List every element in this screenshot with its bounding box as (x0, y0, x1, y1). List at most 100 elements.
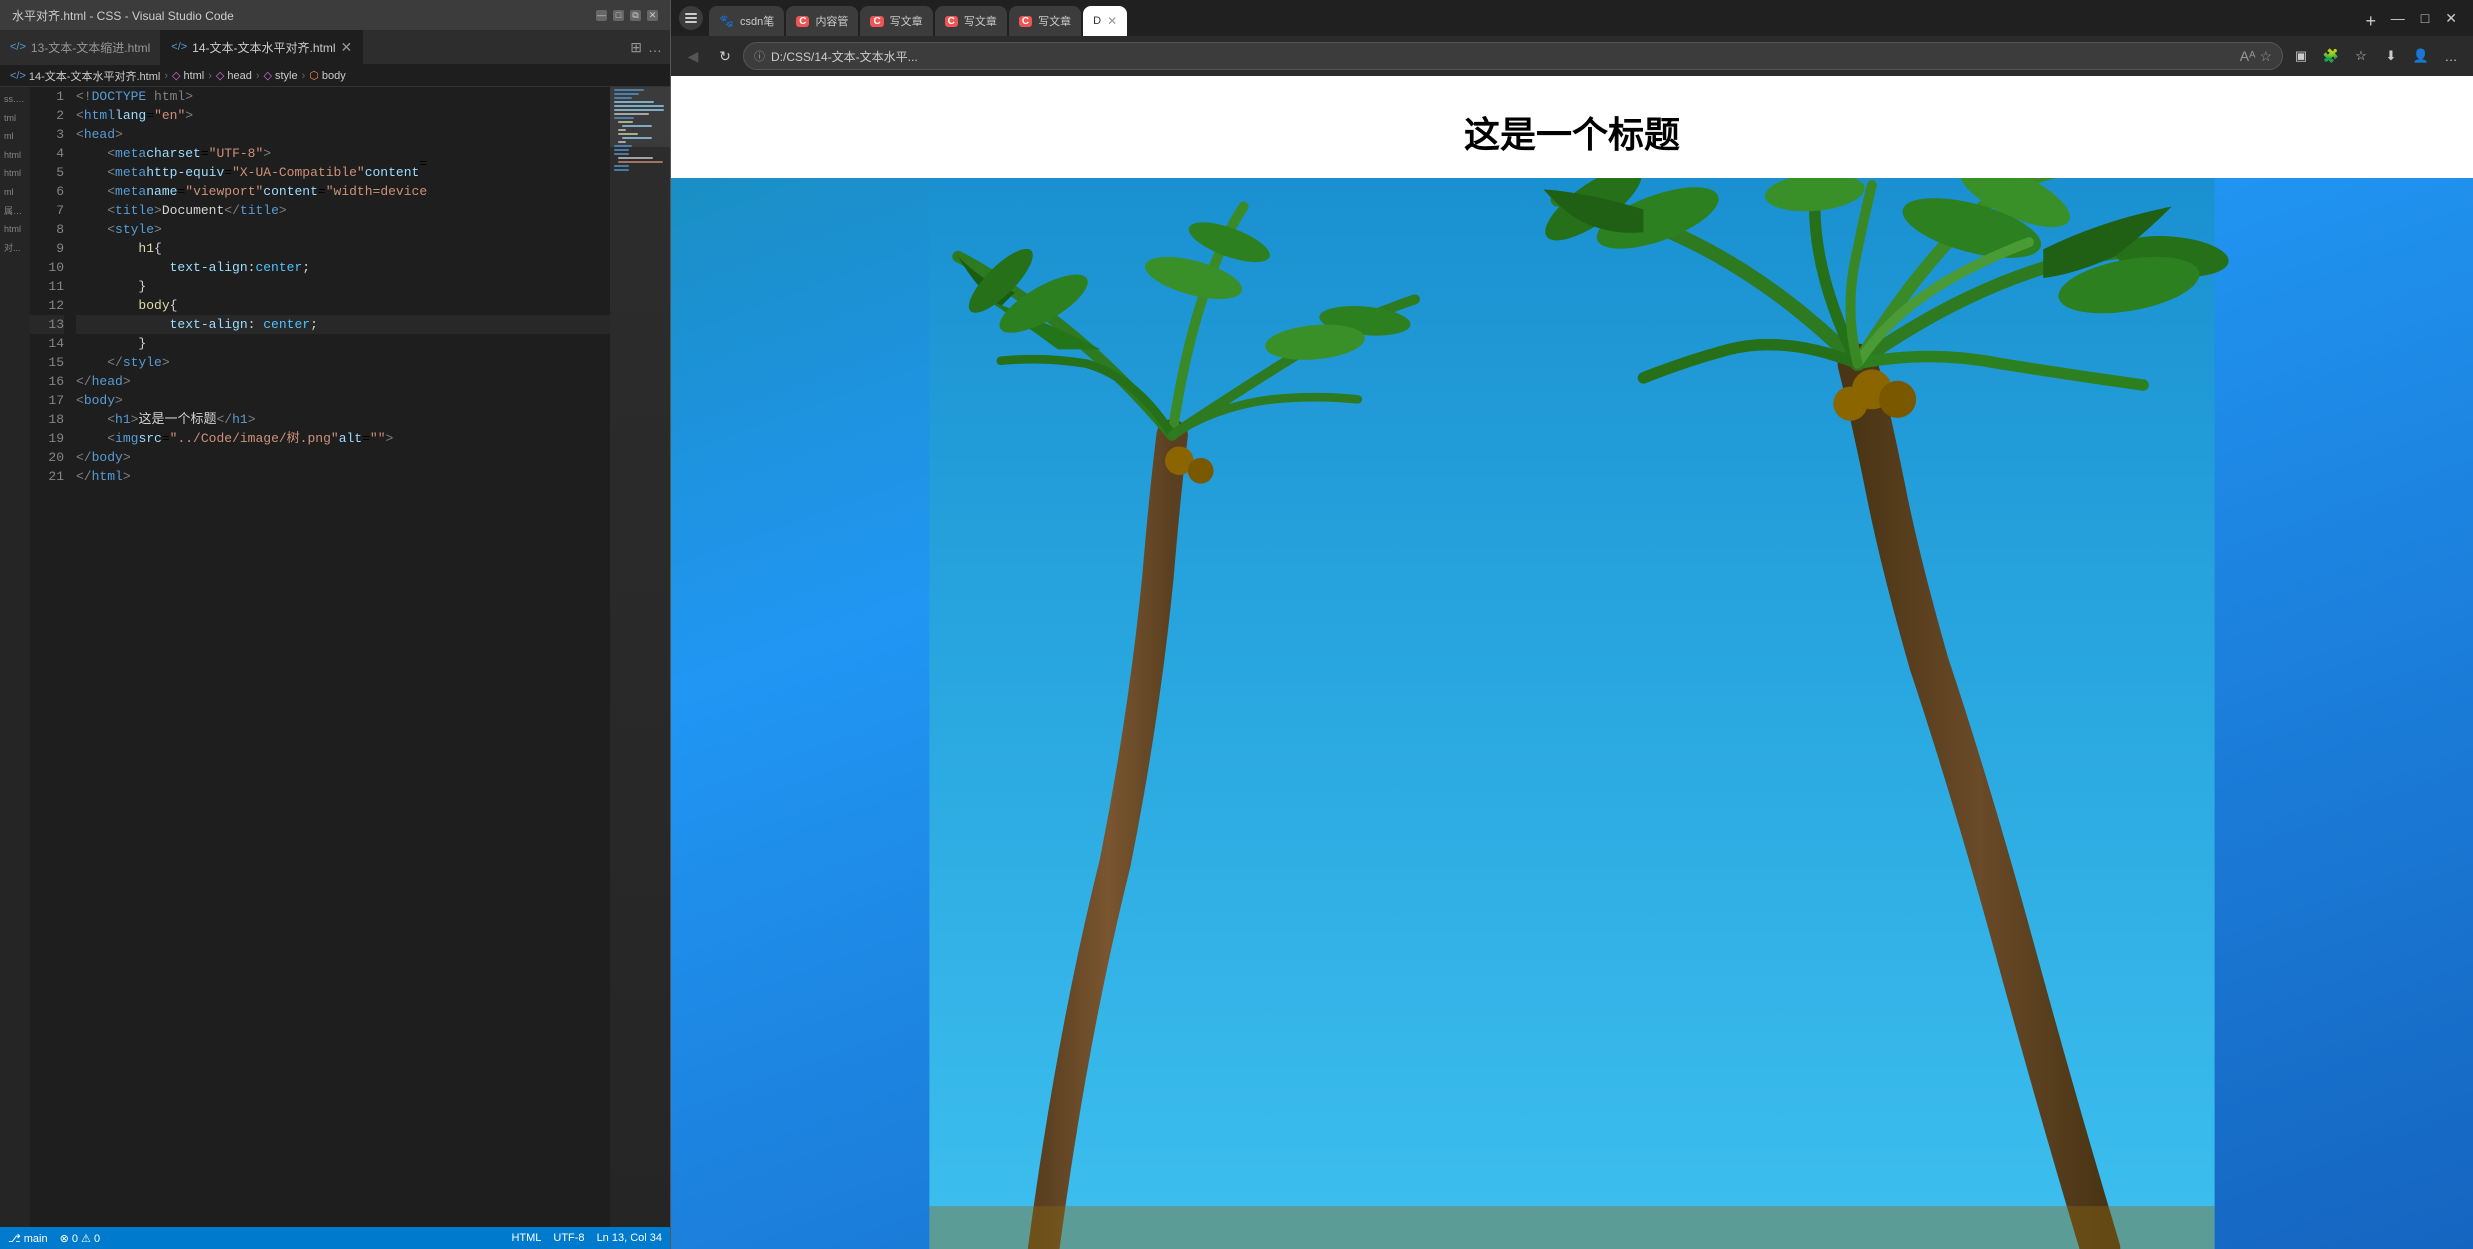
browser-tab-write3[interactable]: C 写文章 (1009, 6, 1081, 36)
browser-tab-active[interactable]: D ✕ (1083, 6, 1127, 36)
sidebar-file-1[interactable]: ss.h... (0, 91, 30, 108)
settings-menu-icon[interactable]: … (2437, 42, 2465, 70)
minimap (610, 87, 670, 1227)
active-tab-close[interactable]: ✕ (1107, 14, 1117, 28)
sidebar-file-8[interactable]: html (0, 221, 30, 238)
code-line-9: h1 { (76, 239, 610, 258)
style-icon: ◇ (264, 69, 272, 82)
browser-panel: 🐾 csdn笔 C 内容管 C 写文章 C 写文章 (670, 0, 2473, 1249)
restore-icon[interactable]: □ (613, 10, 624, 21)
browser-content: 这是一个标题 (671, 76, 2473, 1249)
status-lang: HTML (511, 1232, 541, 1244)
code-line-12: body { (76, 296, 610, 315)
reader-mode-icon[interactable]: Aᴬ (2240, 48, 2256, 65)
browser-tab-content1[interactable]: C 内容管 (786, 6, 858, 36)
code-editor[interactable]: <!DOCTYPE html> <html lang="en"> <head> (72, 87, 610, 1227)
tab-label: 13-文本-文本缩进.html (31, 39, 150, 56)
code-line-7: <title>Document</title> (76, 201, 610, 220)
vscode-titlebar: 水平对齐.html - CSS - Visual Studio Code — □… (0, 0, 670, 30)
file-sidebar: ss.h... tml ml html html ml 属性... html 对… (0, 87, 30, 1227)
breadcrumb-item-html[interactable]: ◇ html (172, 69, 204, 82)
new-tab-button[interactable]: + (2357, 7, 2385, 35)
csdn-tab-label: csdn笔 (740, 13, 774, 29)
browser-window-controls: — □ ✕ (2387, 6, 2465, 31)
code-line-3: <head> (76, 125, 610, 144)
breadcrumb-item-style[interactable]: ◇ style (264, 69, 298, 82)
tab-icon: </> (10, 41, 26, 53)
code-line-17: <body> (76, 391, 610, 410)
html-icon: ◇ (172, 69, 180, 82)
split-editor-icon[interactable]: ⊞ (630, 39, 642, 56)
more-actions-icon[interactable]: … (648, 39, 662, 55)
breadcrumb-sep1: › (164, 70, 168, 82)
bookmark-icon[interactable]: ☆ (2259, 48, 2272, 65)
palm-svg (671, 178, 2473, 1249)
code-line-2: <html lang="en"> (76, 106, 610, 125)
code-line-10: text-align:center; (76, 258, 610, 277)
sidebar-file-5[interactable]: html (0, 165, 30, 182)
breadcrumb-sep3: › (256, 70, 260, 82)
write3-tab-label: 写文章 (1038, 13, 1071, 29)
content1-tab-label: 内容管 (815, 13, 848, 29)
code-line-19: <img src="../Code/image/树.png" alt=""> (76, 429, 610, 448)
close-icon[interactable]: ✕ (647, 10, 658, 21)
minimize-icon[interactable]: — (596, 10, 607, 21)
app-container: 水平对齐.html - CSS - Visual Studio Code — □… (0, 0, 2473, 1249)
lock-icon: ⓘ (754, 48, 765, 64)
profile-icon[interactable]: 👤 (2407, 42, 2435, 70)
tab-close-icon[interactable]: ✕ (341, 39, 353, 56)
write1-tab-label: 写文章 (890, 13, 923, 29)
status-branch: ⎇ main (8, 1232, 48, 1245)
sidebar-file-6[interactable]: ml (0, 184, 30, 201)
tab-13[interactable]: </> 13-文本-文本缩进.html (0, 30, 161, 65)
write2-tab-label: 写文章 (964, 13, 997, 29)
minimap-visual (610, 87, 670, 1227)
browser-minimize-btn[interactable]: — (2387, 6, 2409, 30)
address-text: D:/CSS/14-文本-文本水平... (771, 48, 2234, 65)
extensions-icon[interactable]: 🧩 (2317, 42, 2345, 70)
collections-icon[interactable]: ▣ (2287, 42, 2315, 70)
page-heading: 这是一个标题 (671, 76, 2473, 178)
tab-label-active: 14-文本-文本水平对齐.html (192, 39, 335, 56)
browser-restore-btn[interactable]: □ (2417, 6, 2433, 30)
code-line-6: <meta name="viewport" content="width=dev… (76, 182, 610, 201)
head-icon: ◇ (216, 69, 224, 82)
restore2-icon[interactable]: ⧉ (630, 10, 641, 21)
status-encoding: UTF-8 (553, 1232, 584, 1244)
sidebar-file-7[interactable]: 属性... (0, 203, 30, 220)
favorites-icon[interactable]: ☆ (2347, 42, 2375, 70)
tab-14[interactable]: </> 14-文本-文本水平对齐.html ✕ (161, 30, 363, 65)
sidebar-file-2[interactable]: tml (0, 110, 30, 127)
downloads-icon[interactable]: ⬇ (2377, 42, 2405, 70)
c-favicon-2: C (870, 16, 883, 27)
code-line-13: text-align: center; (76, 315, 610, 334)
breadcrumb: </> 14-文本-文本水平对齐.html › ◇ html › ◇ head … (0, 65, 670, 87)
browser-chrome: 🐾 csdn笔 C 内容管 C 写文章 C 写文章 (671, 0, 2473, 76)
address-bar[interactable]: ⓘ D:/CSS/14-文本-文本水平... Aᴬ ☆ (743, 42, 2283, 70)
vscode-title: 水平对齐.html - CSS - Visual Studio Code (12, 7, 234, 24)
breadcrumb-item-file[interactable]: </> 14-文本-文本水平对齐.html (10, 68, 160, 84)
vscode-section: 水平对齐.html - CSS - Visual Studio Code — □… (0, 0, 670, 1249)
browser-close-btn[interactable]: ✕ (2441, 6, 2461, 31)
sidebar-file-3[interactable]: ml (0, 128, 30, 145)
browser-tab-write2[interactable]: C 写文章 (935, 6, 1007, 36)
code-line-1: <!DOCTYPE html> (76, 87, 610, 106)
code-line-18: <h1>这是一个标题</h1> (76, 410, 610, 429)
c-favicon-4: C (1019, 16, 1032, 27)
refresh-button[interactable]: ↻ (711, 42, 739, 70)
breadcrumb-item-head[interactable]: ◇ head (216, 69, 252, 82)
titlebar-controls: — □ ⧉ ✕ (596, 10, 658, 21)
address-bar-actions: Aᴬ ☆ (2240, 48, 2272, 65)
browser-tab-write1[interactable]: C 写文章 (860, 6, 932, 36)
breadcrumb-item-body[interactable]: ⬡ body (309, 69, 345, 82)
code-line-16: </head> (76, 372, 610, 391)
back-button[interactable]: ◀ (679, 42, 707, 70)
sidebar-file-9[interactable]: 对... (0, 240, 30, 257)
browser-tab-csdn[interactable]: 🐾 csdn笔 (709, 6, 784, 36)
tab-actions: ⊞ … (622, 39, 670, 56)
editor-with-gutter: 1 2 3 4 5 6 7 8 9 10 11 12 13 14 (30, 87, 670, 1227)
sidebar-file-4[interactable]: html (0, 147, 30, 164)
d-favicon: D (1093, 15, 1101, 27)
browser-sidebar-toggle[interactable] (679, 6, 703, 30)
code-line-15: </style> (76, 353, 610, 372)
